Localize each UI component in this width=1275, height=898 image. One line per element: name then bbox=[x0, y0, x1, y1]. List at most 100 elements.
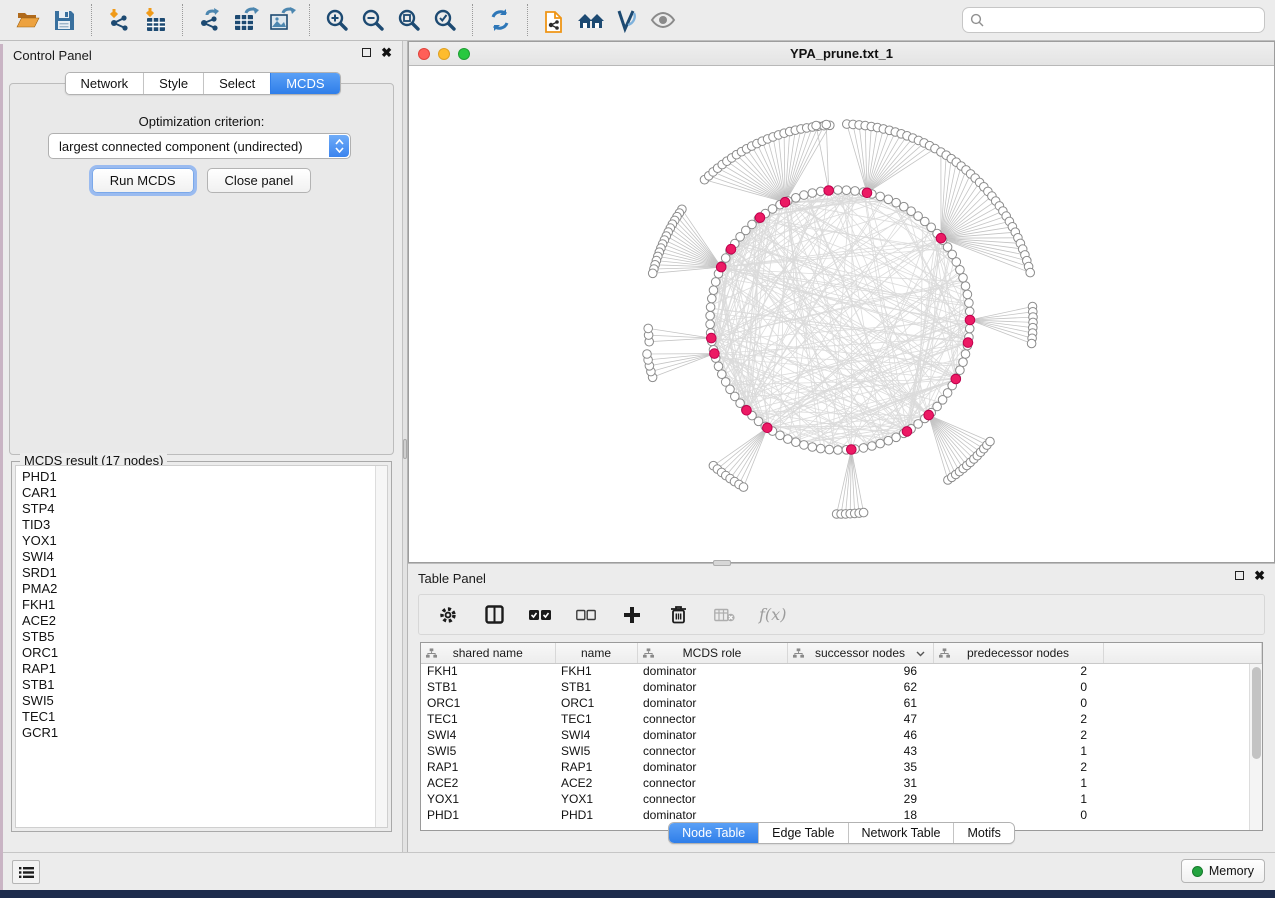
tab-select[interactable]: Select bbox=[203, 73, 270, 94]
run-mcds-button[interactable]: Run MCDS bbox=[92, 168, 194, 193]
export-image-icon[interactable] bbox=[267, 5, 297, 35]
close-table-panel-icon[interactable]: ✖ bbox=[1254, 571, 1265, 580]
list-scrollbar[interactable] bbox=[375, 466, 387, 827]
mcds-result-fieldset: MCDS result (17 nodes) PHD1CAR1STP4TID3Y… bbox=[11, 461, 392, 832]
mcds-result-item[interactable]: PMA2 bbox=[22, 581, 387, 597]
tab-node-table[interactable]: Node Table bbox=[669, 823, 758, 843]
zoom-selected-icon[interactable] bbox=[430, 5, 460, 35]
tab-style[interactable]: Style bbox=[143, 73, 203, 94]
memory-button[interactable]: Memory bbox=[1181, 859, 1265, 883]
refresh-layout-icon[interactable] bbox=[485, 5, 515, 35]
add-column-icon[interactable] bbox=[621, 604, 643, 626]
mcds-result-list[interactable]: PHD1CAR1STP4TID3YOX1SWI4SRD1PMA2FKH1ACE2… bbox=[15, 465, 388, 828]
criterion-select[interactable]: largest connected component (undirected) bbox=[48, 133, 351, 159]
search-input[interactable] bbox=[985, 13, 1257, 28]
network-document-icon[interactable] bbox=[540, 5, 570, 35]
zoom-out-icon[interactable] bbox=[358, 5, 388, 35]
mcds-result-item[interactable]: YOX1 bbox=[22, 533, 387, 549]
splitter-grip[interactable] bbox=[403, 439, 407, 459]
function-builder-icon: f(x) bbox=[759, 605, 786, 624]
table-row[interactable]: PHD1PHD1dominator180 bbox=[421, 807, 1262, 823]
network-title: YPA_prune.txt_1 bbox=[409, 46, 1274, 61]
table-row[interactable]: TEC1TEC1connector472 bbox=[421, 711, 1262, 727]
table-row[interactable]: STB1STB1dominator620 bbox=[421, 679, 1262, 695]
search-icon bbox=[970, 13, 985, 28]
close-panel-icon[interactable]: ✖ bbox=[381, 48, 392, 57]
tab-edge-table[interactable]: Edge Table bbox=[758, 823, 847, 843]
deselect-all-columns-icon[interactable] bbox=[575, 604, 597, 626]
delete-column-icon[interactable] bbox=[667, 604, 689, 626]
table-row[interactable]: RAP1RAP1dominator352 bbox=[421, 759, 1262, 775]
zoom-in-icon[interactable] bbox=[322, 5, 352, 35]
tab-mcds[interactable]: MCDS bbox=[270, 73, 339, 94]
criterion-select-value: largest connected component (undirected) bbox=[59, 139, 303, 154]
column-header-successor-nodes[interactable]: successor nodes bbox=[787, 643, 933, 663]
tab-network-table[interactable]: Network Table bbox=[848, 823, 954, 843]
table-row[interactable]: SWI5SWI5connector431 bbox=[421, 743, 1262, 759]
table-row[interactable]: SWI4SWI4dominator462 bbox=[421, 727, 1262, 743]
tab-network[interactable]: Network bbox=[65, 73, 143, 94]
settings-gear-icon[interactable] bbox=[437, 604, 459, 626]
show-all-eye-icon[interactable] bbox=[648, 5, 678, 35]
open-file-icon[interactable] bbox=[13, 5, 43, 35]
table-row[interactable]: ORC1ORC1dominator610 bbox=[421, 695, 1262, 711]
import-network-icon[interactable] bbox=[104, 5, 134, 35]
table-panel: Table Panel ✖ bbox=[408, 563, 1275, 852]
float-panel-icon[interactable] bbox=[362, 48, 371, 57]
mcds-result-item[interactable]: ORC1 bbox=[22, 645, 387, 661]
control-panel-tabs: NetworkStyleSelectMCDS bbox=[64, 72, 340, 95]
control-panel-title: Control Panel bbox=[13, 48, 92, 63]
mcds-result-item[interactable]: STP4 bbox=[22, 501, 387, 517]
mcds-panel: Optimization criterion: largest connecte… bbox=[9, 83, 394, 455]
import-table-icon[interactable] bbox=[140, 5, 170, 35]
desktop-wallpaper-strip bbox=[0, 44, 3, 890]
column-header-predecessor-nodes[interactable]: predecessor nodes bbox=[933, 643, 1103, 663]
mcds-result-item[interactable]: CAR1 bbox=[22, 485, 387, 501]
column-header-name[interactable]: name bbox=[555, 643, 637, 663]
split-columns-icon[interactable] bbox=[483, 604, 505, 626]
mcds-result-item[interactable]: GCR1 bbox=[22, 725, 387, 741]
mcds-result-item[interactable]: TID3 bbox=[22, 517, 387, 533]
network-canvas[interactable] bbox=[409, 66, 1274, 562]
mcds-result-item[interactable]: FKH1 bbox=[22, 597, 387, 613]
table-scrollbar-thumb[interactable] bbox=[1252, 667, 1261, 759]
table-scrollbar[interactable] bbox=[1249, 664, 1262, 830]
mcds-result-item[interactable]: ACE2 bbox=[22, 613, 387, 629]
close-panel-button[interactable]: Close panel bbox=[207, 168, 312, 193]
mcds-result-item[interactable]: SWI5 bbox=[22, 693, 387, 709]
table-tabs: Node TableEdge TableNetwork TableMotifs bbox=[668, 822, 1015, 844]
select-all-columns-icon[interactable] bbox=[529, 604, 551, 626]
mcds-result-item[interactable]: SRD1 bbox=[22, 565, 387, 581]
table-row[interactable]: ACE2ACE2connector311 bbox=[421, 775, 1262, 791]
mcds-result-item[interactable]: SWI4 bbox=[22, 549, 387, 565]
mcds-result-item[interactable]: TEC1 bbox=[22, 709, 387, 725]
mcds-result-item[interactable]: STB1 bbox=[22, 677, 387, 693]
table-panel-title: Table Panel bbox=[418, 571, 486, 586]
search-box[interactable] bbox=[962, 7, 1265, 33]
export-network-icon[interactable] bbox=[195, 5, 225, 35]
toolbar-separator bbox=[309, 4, 310, 36]
task-history-button[interactable] bbox=[12, 860, 40, 884]
mcds-result-item[interactable]: STB5 bbox=[22, 629, 387, 645]
toolbar-separator bbox=[182, 4, 183, 36]
table-row[interactable]: YOX1YOX1connector291 bbox=[421, 791, 1262, 807]
main-toolbar bbox=[0, 0, 1275, 41]
save-session-icon[interactable] bbox=[49, 5, 79, 35]
toolbar-separator bbox=[91, 4, 92, 36]
mcds-result-item[interactable]: PHD1 bbox=[22, 469, 387, 485]
network-view-window: YPA_prune.txt_1 bbox=[408, 41, 1275, 563]
zoom-fit-icon[interactable] bbox=[394, 5, 424, 35]
tab-motifs[interactable]: Motifs bbox=[953, 823, 1013, 843]
node-table: shared namenameMCDS rolesuccessor nodesp… bbox=[420, 642, 1263, 831]
export-table-icon[interactable] bbox=[231, 5, 261, 35]
network-titlebar: YPA_prune.txt_1 bbox=[409, 42, 1274, 66]
hide-selected-icon[interactable] bbox=[612, 5, 642, 35]
column-header-shared-name[interactable]: shared name bbox=[421, 643, 555, 663]
app-window: Control Panel ✖ NetworkStyleSelectMCDS O… bbox=[0, 0, 1275, 890]
table-row[interactable]: FKH1FKH1dominator962 bbox=[421, 663, 1262, 679]
mcds-result-item[interactable]: RAP1 bbox=[22, 661, 387, 677]
memory-label: Memory bbox=[1209, 864, 1254, 878]
float-table-panel-icon[interactable] bbox=[1235, 571, 1244, 580]
column-header-MCDS-role[interactable]: MCDS role bbox=[637, 643, 787, 663]
first-neighbors-icon[interactable] bbox=[576, 5, 606, 35]
